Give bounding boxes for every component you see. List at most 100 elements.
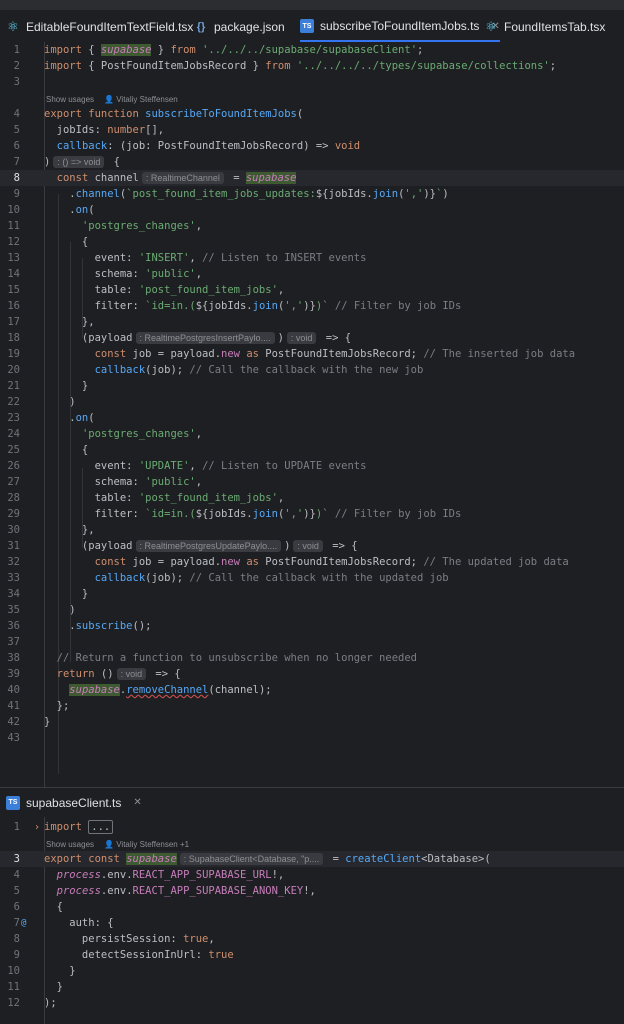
window-top-strip — [0, 0, 624, 10]
tab-label: package.json — [214, 20, 285, 34]
code-line[interactable]: 11 'postgres_changes', — [0, 218, 624, 234]
code-line[interactable]: 3 export const supabase: SupabaseClient<D… — [0, 851, 624, 867]
line-number: 18 — [7, 332, 20, 344]
code-line[interactable]: 37 — [0, 634, 624, 650]
tab-0[interactable]: ⚛ EditableFoundItemTextField.tsx — [6, 12, 193, 42]
code-line[interactable]: 34 } — [0, 586, 624, 602]
split-pane-title[interactable]: supabaseClient.ts — [26, 796, 121, 810]
tab-3[interactable]: ⚛ FoundItemsTab.tsx — [484, 12, 605, 42]
code-text: { — [44, 236, 89, 248]
line-number: 3 — [13, 76, 20, 88]
line-number: 3 — [13, 853, 20, 865]
gutter-marker-icon[interactable]: @ — [21, 918, 26, 928]
line-number: 40 — [7, 684, 20, 696]
code-line[interactable]: 41 }; — [0, 698, 624, 714]
user-icon: 👤 — [104, 94, 114, 104]
code-line[interactable]: 8 persistSession: true, — [0, 931, 624, 947]
tab-2[interactable]: TS subscribeToFoundItemJobs.ts ✕ — [300, 12, 500, 42]
tab-label: subscribeToFoundItemJobs.ts — [320, 19, 480, 33]
code-line[interactable]: 15 table: 'post_found_item_jobs', — [0, 282, 624, 298]
code-line[interactable]: 12 { — [0, 234, 624, 250]
code-line[interactable]: 24 'postgres_changes', — [0, 426, 624, 442]
code-line[interactable]: 7): () => void { — [0, 154, 624, 170]
tab-1[interactable]: {} package.json — [194, 12, 285, 42]
code-line[interactable]: 27 schema: 'public', — [0, 474, 624, 490]
code-text: detectSessionInUrl: true — [44, 949, 234, 961]
code-vision-usages[interactable]: Show usages 👤 Vitaliy Steffensen +1 — [46, 837, 189, 851]
line-number: 14 — [7, 268, 20, 280]
ts-icon: TS — [300, 19, 314, 33]
code-line[interactable]: 17 }, — [0, 314, 624, 330]
code-line[interactable]: 14 schema: 'public', — [0, 266, 624, 282]
code-text: process.env.REACT_APP_SUPABASE_ANON_KEY!… — [56, 885, 316, 897]
code-line[interactable]: 6 { — [0, 899, 624, 915]
code-line[interactable]: 36 .subscribe(); — [0, 618, 624, 634]
code-line[interactable]: 18 (payload: RealtimePostgresInsertPaylo… — [0, 330, 624, 346]
code-editor-split[interactable]: Show usages 👤 Vitaliy Steffensen +1 1 › im… — [0, 817, 624, 1024]
code-text: } — [44, 965, 76, 977]
code-line[interactable]: 4 export function subscribeToFoundItemJob… — [0, 106, 624, 122]
code-line[interactable]: 40 supabase.removeChannel(channel); — [0, 682, 624, 698]
code-line[interactable]: 9 .channel(`post_found_item_jobs_updates… — [0, 186, 624, 202]
code-line[interactable]: 5 jobIds: number[], — [0, 122, 624, 138]
show-usages-link[interactable]: Show usages — [46, 95, 94, 104]
code-line[interactable]: 10 } — [0, 963, 624, 979]
close-icon[interactable]: ✕ — [133, 797, 141, 808]
code-line[interactable]: 13 event: 'INSERT', // Listen to INSERT … — [0, 250, 624, 266]
code-line[interactable]: 35 ) — [0, 602, 624, 618]
code-line[interactable]: 9 detectSessionInUrl: true — [0, 947, 624, 963]
code-line[interactable]: 1 import { supabase } from '../../../supa… — [0, 42, 624, 58]
code-line[interactable]: 16 filter: `id=in.(${jobIds.join(',')})`… — [0, 298, 624, 314]
code-line[interactable]: 42} — [0, 714, 624, 730]
show-usages-link[interactable]: Show usages — [46, 840, 94, 849]
code-text: .subscribe(); — [44, 620, 152, 632]
code-line[interactable]: 32 const job = payload.new as PostFoundI… — [0, 554, 624, 570]
code-line[interactable]: 39 return (): void => { — [0, 666, 624, 682]
line-number: 36 — [7, 620, 20, 632]
code-line[interactable]: 2 import { PostFoundItemJobsRecord } from… — [0, 58, 624, 74]
code-line[interactable]: 11 } — [0, 979, 624, 995]
code-vision-usages[interactable]: Show usages 👤 Vitaliy Steffensen — [46, 92, 178, 106]
code-line[interactable]: 43 — [0, 730, 624, 746]
code-line[interactable]: 26 event: 'UPDATE', // Listen to UPDATE … — [0, 458, 624, 474]
code-line[interactable]: 7 auth: {@ — [0, 915, 624, 931]
code-editor-main[interactable]: Show usages 👤 Vitaliy Steffensen 1 import… — [0, 42, 624, 787]
code-line[interactable]: 20 callback(job); // Call the callback w… — [0, 362, 624, 378]
code-line[interactable]: 3 — [0, 74, 624, 90]
json-icon: {} — [196, 21, 206, 33]
code-line[interactable]: 5 process.env.REACT_APP_SUPABASE_ANON_KE… — [0, 883, 624, 899]
code-text: event: 'UPDATE', // Listen to UPDATE eve… — [44, 460, 367, 472]
code-text: // Return a function to unsubscribe when… — [56, 652, 417, 664]
code-line[interactable]: 28 table: 'post_found_item_jobs', — [0, 490, 624, 506]
code-line[interactable]: 25 { — [0, 442, 624, 458]
code-line[interactable]: 6 callback: (job: PostFoundItemJobsRecor… — [0, 138, 624, 154]
code-line[interactable]: 38 // Return a function to unsubscribe w… — [0, 650, 624, 666]
code-text: export const supabase: SupabaseClient<Da… — [44, 853, 491, 865]
line-number: 20 — [7, 364, 20, 376]
code-line[interactable]: 21 } — [0, 378, 624, 394]
code-line[interactable]: 22 ) — [0, 394, 624, 410]
author-name: Vitaliy Steffensen — [116, 94, 178, 104]
code-line[interactable]: 4 process.env.REACT_APP_SUPABASE_URL!, — [0, 867, 624, 883]
code-line[interactable]: 33 callback(job); // Call the callback w… — [0, 570, 624, 586]
code-text: { — [44, 444, 89, 456]
code-line[interactable]: 12); — [0, 995, 624, 1011]
code-text: import ... — [44, 820, 114, 834]
line-number: 13 — [7, 252, 20, 264]
author-hint: 👤 Vitaliy Steffensen +1 — [104, 840, 189, 849]
code-text: jobIds: number[], — [44, 124, 165, 136]
code-line[interactable]: 8 const channel: RealtimeChannel = supab… — [0, 170, 624, 186]
code-text: filter: `id=in.(${jobIds.join(',')})` //… — [44, 508, 462, 520]
code-line[interactable]: 29 filter: `id=in.(${jobIds.join(',')})`… — [0, 506, 624, 522]
fold-marker[interactable]: › — [20, 822, 44, 833]
code-line[interactable]: 1 › import ... — [0, 819, 624, 835]
code-line[interactable]: 10 .on( — [0, 202, 624, 218]
code-text: } — [44, 981, 63, 993]
author-name: Vitaliy Steffensen +1 — [116, 839, 190, 849]
code-line[interactable]: 19 const job = payload.new as PostFoundI… — [0, 346, 624, 362]
code-line[interactable]: 23 .on( — [0, 410, 624, 426]
code-text: import { supabase } from '../../../supab… — [44, 44, 424, 56]
code-text: schema: 'public', — [44, 476, 203, 488]
code-line[interactable]: 30 }, — [0, 522, 624, 538]
code-line[interactable]: 31 (payload: RealtimePostgresUpdatePaylo… — [0, 538, 624, 554]
